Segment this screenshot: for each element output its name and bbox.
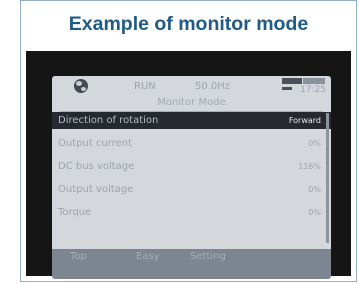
- item-value: 116%: [298, 162, 321, 171]
- scrollbar[interactable]: [326, 113, 329, 243]
- status-bar: RUN 50.0Hz 17:25: [52, 76, 331, 96]
- item-value: 0%: [308, 185, 321, 194]
- mode-badge-icon: [282, 78, 326, 84]
- lcd-screen: RUN 50.0Hz 17:25 Monitor Mode Direction …: [52, 76, 331, 279]
- item-label: Torque: [58, 207, 92, 218]
- status-indicators: 17:25: [282, 78, 326, 95]
- softkey-easy[interactable]: Easy: [136, 251, 160, 262]
- frequency-readout: 50.0Hz: [195, 81, 231, 92]
- example-frame: Example of monitor mode RUN 50.0Hz 17:25…: [20, 0, 357, 282]
- item-label: Direction of rotation: [58, 115, 159, 126]
- screen-title: Monitor Mode: [157, 97, 226, 108]
- item-value: Forward: [288, 116, 321, 125]
- list-item[interactable]: Direction of rotation Forward: [52, 112, 331, 129]
- device-bezel: RUN 50.0Hz 17:25 Monitor Mode Direction …: [26, 51, 351, 279]
- list-item[interactable]: Output current 0%: [52, 135, 331, 152]
- globe-icon: [74, 79, 88, 93]
- monitor-list: Direction of rotation Forward Output cur…: [52, 112, 331, 247]
- clock: 17:25: [300, 85, 326, 95]
- item-value: 0%: [308, 139, 321, 148]
- list-item[interactable]: Torque 0%: [52, 204, 331, 221]
- run-status: RUN: [134, 81, 156, 92]
- signal-icon: [282, 87, 292, 90]
- softkey-bar: Top Easy Setting: [52, 249, 331, 279]
- list-item[interactable]: Output voltage 0%: [52, 181, 331, 198]
- item-label: DC bus voltage: [58, 161, 135, 172]
- list-item[interactable]: DC bus voltage 116%: [52, 158, 331, 175]
- softkey-setting[interactable]: Setting: [190, 251, 226, 262]
- item-label: Output current: [58, 138, 132, 149]
- caption-title: Example of monitor mode: [68, 13, 309, 35]
- item-value: 0%: [308, 208, 321, 217]
- softkey-top[interactable]: Top: [70, 251, 87, 262]
- item-label: Output voltage: [58, 184, 134, 195]
